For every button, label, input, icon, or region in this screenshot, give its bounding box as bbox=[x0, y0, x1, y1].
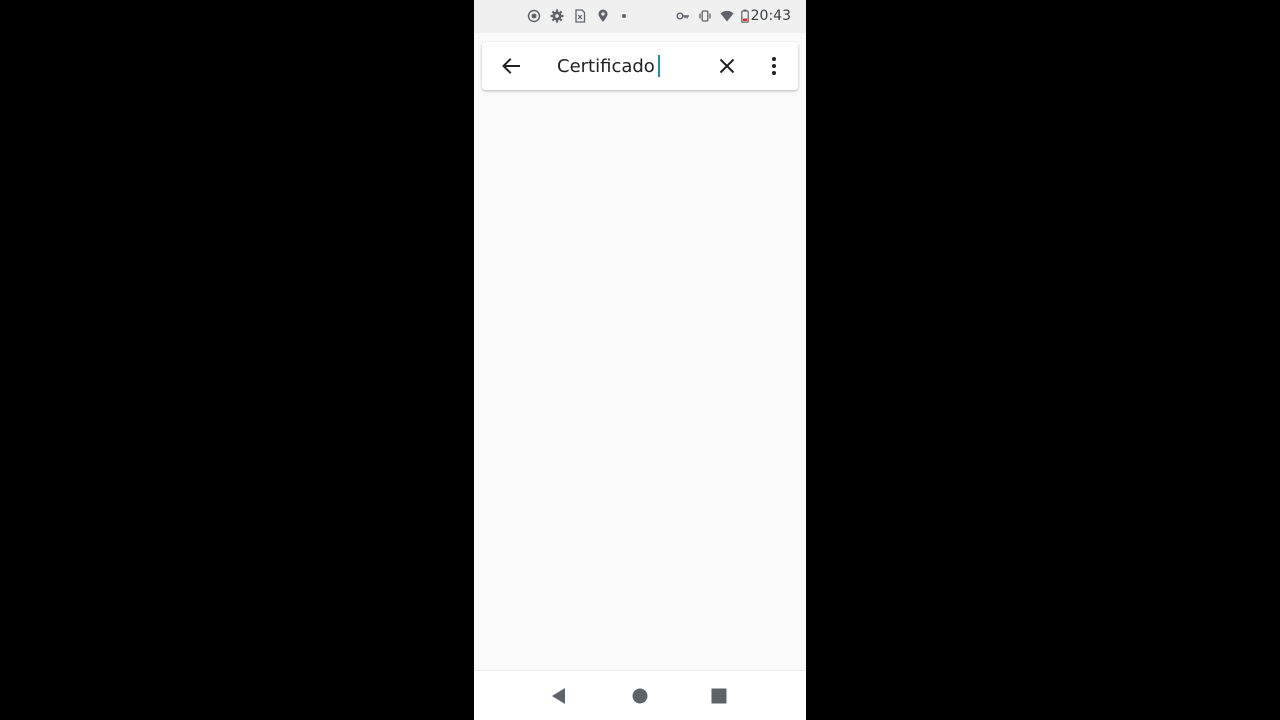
recents-square-icon bbox=[711, 688, 727, 704]
home-circle-icon bbox=[632, 688, 648, 704]
search-results-area bbox=[474, 100, 806, 670]
settings-gear-icon bbox=[550, 9, 564, 23]
status-time: 20:43 bbox=[750, 8, 791, 24]
nav-back-button[interactable] bbox=[549, 686, 569, 706]
dot-icon bbox=[619, 9, 633, 23]
system-navigation-bar bbox=[474, 670, 806, 720]
screen-record-icon bbox=[527, 9, 541, 23]
sim-card-icon bbox=[573, 9, 587, 23]
vibrate-icon bbox=[698, 9, 712, 23]
search-input[interactable]: Certificado bbox=[557, 54, 707, 78]
search-bar: Certificado bbox=[482, 42, 798, 90]
vpn-key-icon bbox=[676, 9, 690, 23]
more-options-button[interactable] bbox=[762, 54, 786, 78]
back-button[interactable] bbox=[499, 54, 523, 78]
phone-screen: 20:43 Certificado bbox=[474, 0, 806, 720]
search-query-text: Certificado bbox=[557, 55, 655, 77]
text-cursor bbox=[657, 55, 660, 77]
nav-home-button[interactable] bbox=[630, 686, 650, 706]
clear-search-button[interactable] bbox=[715, 54, 739, 78]
status-bar: 20:43 bbox=[474, 0, 806, 33]
location-pin-icon bbox=[596, 9, 610, 23]
wifi-icon bbox=[720, 9, 734, 23]
more-vertical-icon bbox=[772, 57, 776, 75]
arrow-left-icon bbox=[502, 58, 520, 74]
nav-recents-button[interactable] bbox=[709, 686, 729, 706]
back-triangle-icon bbox=[552, 688, 565, 704]
close-icon bbox=[719, 58, 735, 74]
